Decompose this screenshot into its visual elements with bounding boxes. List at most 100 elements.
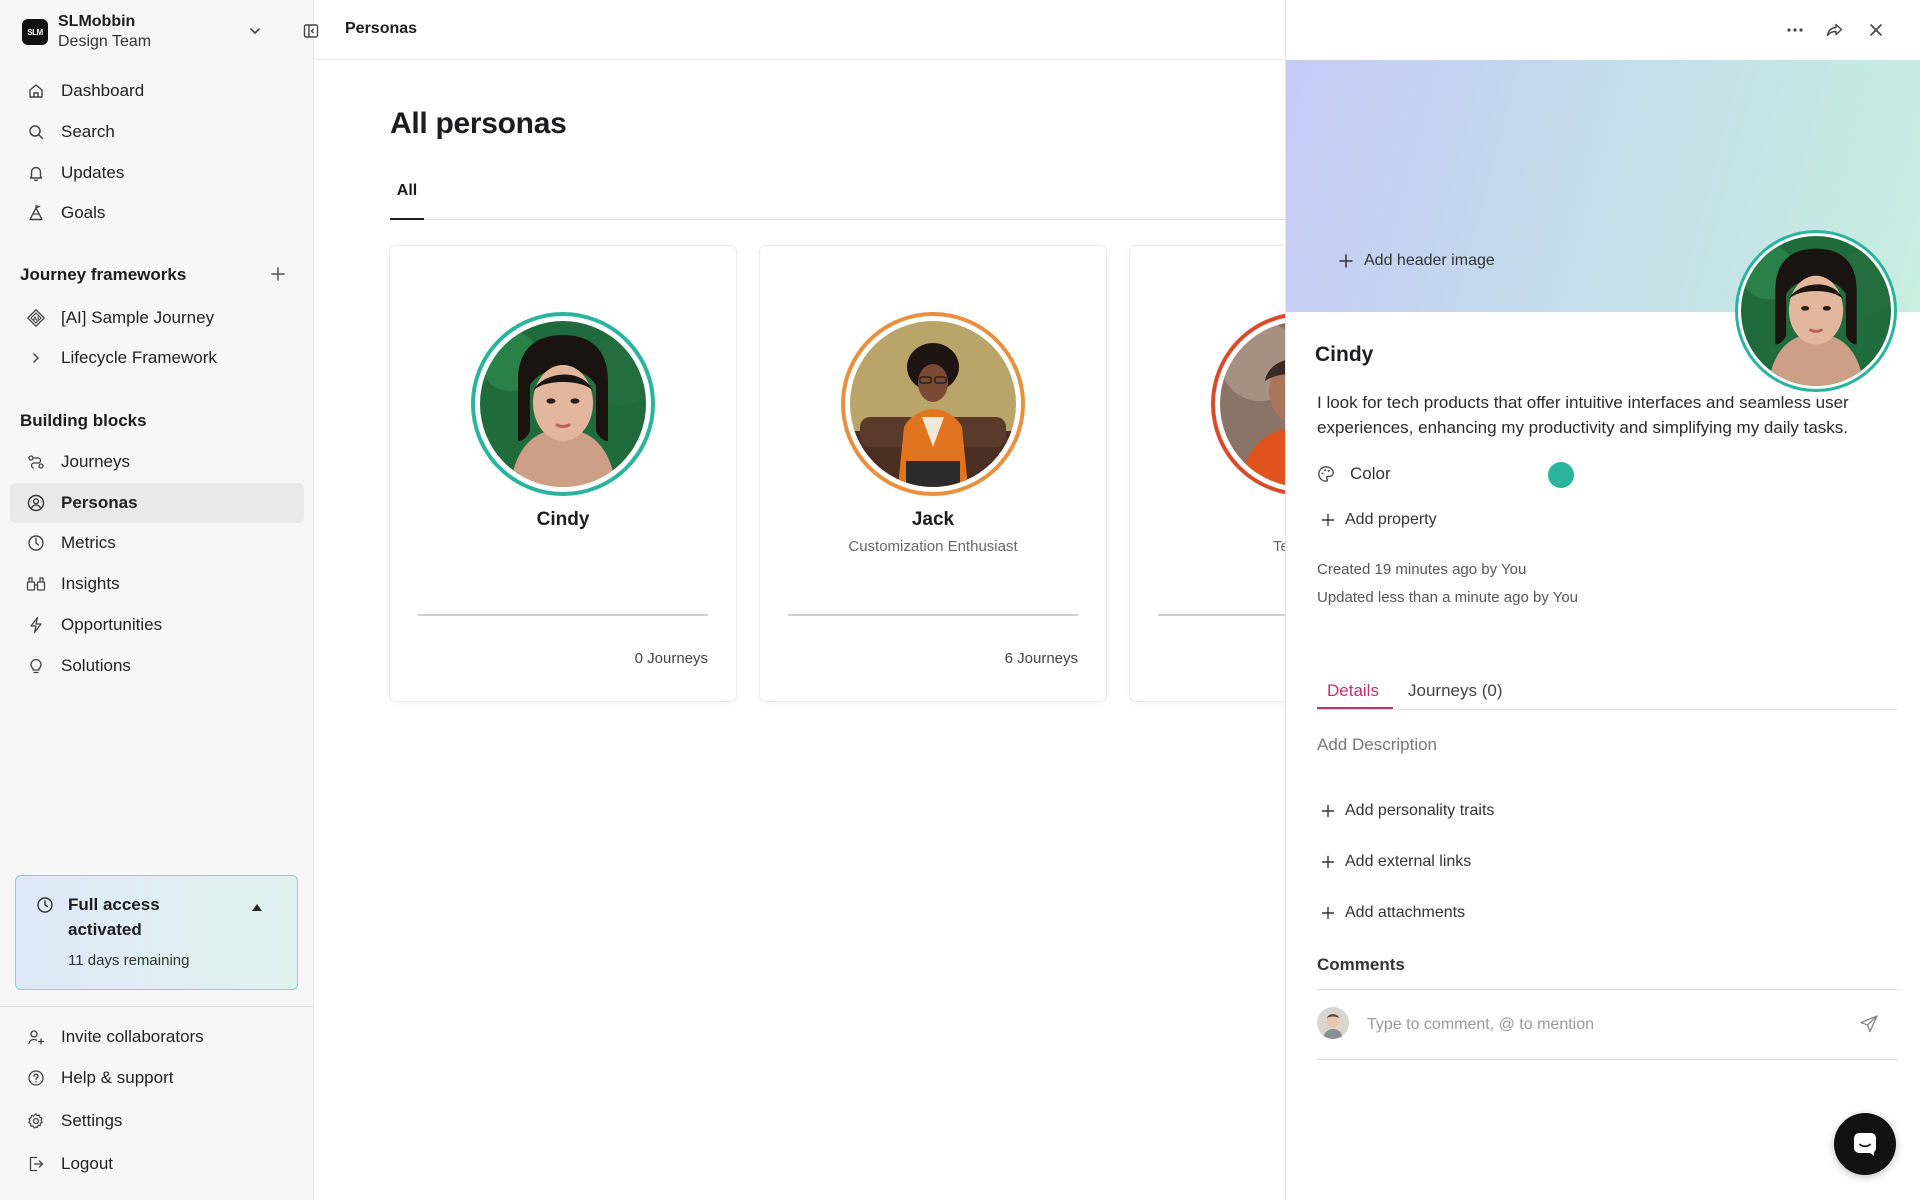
lightbulb-icon — [26, 656, 46, 676]
trial-title: Full access activated — [68, 895, 160, 939]
color-swatch[interactable] — [1548, 462, 1574, 488]
sidebar-item-label: [AI] Sample Journey — [61, 308, 215, 327]
trial-remaining: 11 days remaining — [68, 952, 190, 969]
comment-input[interactable] — [1367, 1012, 1837, 1038]
nav-invite-label: Invite collaborators — [61, 1027, 204, 1046]
add-header-image-button[interactable]: Add header image — [1338, 252, 1495, 270]
chat-icon — [1851, 1130, 1879, 1158]
workspace-team: Design Team — [58, 33, 152, 50]
color-label: Color — [1350, 464, 1391, 483]
breadcrumb: Personas — [345, 20, 418, 37]
search-icon — [26, 122, 46, 142]
avatar[interactable] — [1735, 230, 1897, 392]
tabs-divider — [390, 219, 1285, 220]
persona-journey-count: 0 Journeys — [634, 650, 708, 667]
nav-dashboard-label: Dashboard — [61, 81, 145, 100]
workspace-switcher[interactable]: SLM SLMobbin Design Team — [22, 10, 319, 54]
sidebar-item-metrics[interactable]: Metrics — [10, 523, 304, 563]
add-property-button[interactable]: Add property — [1321, 511, 1437, 529]
gear-icon — [26, 1111, 46, 1131]
sidebar-item-personas[interactable]: Personas — [10, 483, 304, 523]
persona-card-cindy[interactable]: Cindy 0 Journeys — [390, 246, 736, 701]
add-framework-plus-icon[interactable] — [266, 262, 290, 286]
tab-journeys[interactable]: Journeys (0) — [1408, 681, 1502, 701]
topbar: Personas — [315, 0, 1285, 60]
share-icon[interactable] — [1823, 18, 1847, 42]
chevron-down-icon[interactable] — [244, 20, 266, 42]
chevron-right-icon[interactable] — [26, 348, 46, 368]
building-blocks-heading: Building blocks — [20, 411, 147, 430]
sidebar-item-label: Solutions — [61, 656, 131, 675]
sidebar-item-opportunities[interactable]: Opportunities — [10, 605, 304, 645]
comment-composer — [1317, 990, 1897, 1060]
add-description-field[interactable]: Add Description — [1317, 735, 1437, 755]
trial-status-card[interactable]: Full access activated 11 days remaining — [15, 875, 298, 990]
nav-settings[interactable]: Settings — [10, 1101, 304, 1141]
add-attachments-label: Add attachments — [1345, 904, 1466, 921]
nav-settings-label: Settings — [61, 1111, 123, 1130]
nav-invite-collaborators[interactable]: Invite collaborators — [10, 1017, 304, 1057]
persona-progress-bar — [418, 614, 708, 616]
avatar — [850, 321, 1016, 487]
sidebar-item-journeys[interactable]: Journeys — [10, 442, 304, 482]
add-attachments-button[interactable]: Add attachments — [1321, 904, 1465, 922]
nav-search[interactable]: Search — [10, 112, 304, 152]
caret-up-icon[interactable] — [252, 904, 262, 911]
add-personality-traits-label: Add personality traits — [1345, 802, 1495, 819]
avatar — [1317, 1007, 1349, 1039]
add-external-links-button[interactable]: Add external links — [1321, 853, 1471, 871]
persona-icon — [26, 493, 46, 513]
add-header-image-label: Add header image — [1364, 252, 1495, 269]
journey-frameworks-heading: Journey frameworks — [20, 265, 187, 284]
persona-detail-panel: Add header image Cindy I look for tech p… — [1285, 0, 1920, 1200]
close-icon[interactable] — [1864, 18, 1888, 42]
persona-avatar-ring — [841, 312, 1025, 496]
bolt-icon — [26, 615, 46, 635]
avatar — [480, 321, 646, 487]
persona-role: Customization Enthusiast — [848, 538, 1018, 555]
nav-dashboard[interactable]: Dashboard — [10, 71, 304, 111]
updated-meta: Updated less than a minute ago by You — [1317, 589, 1579, 606]
persona-card-jack[interactable]: Jack Customization Enthusiast 6 Journeys — [760, 246, 1106, 701]
persona-bio[interactable]: I look for tech products that offer intu… — [1317, 390, 1897, 440]
add-personality-traits-button[interactable]: Add personality traits — [1321, 802, 1494, 820]
send-icon[interactable] — [1857, 1012, 1881, 1036]
plus-icon — [1321, 855, 1335, 869]
sidebar-item-lifecycle-framework[interactable]: Lifecycle Framework — [10, 338, 304, 378]
nav-search-label: Search — [61, 122, 115, 141]
nav-goals-label: Goals — [61, 203, 106, 222]
sidebar-item-insights[interactable]: Insights — [10, 564, 304, 604]
invite-user-icon — [26, 1027, 46, 1047]
tab-details[interactable]: Details — [1327, 681, 1379, 701]
plus-icon — [1321, 513, 1335, 527]
nav-help-support[interactable]: Help & support — [10, 1058, 304, 1098]
created-meta: Created 19 minutes ago by You — [1317, 561, 1527, 578]
tab-all[interactable]: All — [390, 182, 424, 200]
persona-photo — [1741, 236, 1891, 386]
more-options-icon[interactable] — [1783, 18, 1807, 42]
nav-logout-label: Logout — [61, 1154, 113, 1173]
svg-text:AI: AI — [33, 316, 39, 322]
nav-help-label: Help & support — [61, 1068, 174, 1087]
persona-detail-name[interactable]: Cindy — [1315, 343, 1373, 367]
persona-avatar-ring — [471, 312, 655, 496]
support-chat-button[interactable] — [1834, 1113, 1896, 1175]
tab-active-indicator — [1317, 707, 1393, 709]
sidebar-item-label: Metrics — [61, 533, 116, 552]
plus-icon — [1321, 906, 1335, 920]
tab-active-indicator — [390, 218, 424, 220]
persona-journey-count: 6 Journeys — [1004, 650, 1078, 667]
persona-name: Jack — [911, 509, 955, 530]
page-title: All personas — [390, 107, 567, 140]
comments-heading: Comments — [1317, 955, 1405, 974]
add-external-links-label: Add external links — [1345, 853, 1472, 870]
nav-updates-label: Updates — [61, 163, 125, 182]
help-icon — [26, 1068, 46, 1088]
nav-goals[interactable]: Goals — [10, 193, 304, 233]
sidebar-item-ai-sample-journey[interactable]: AI [AI] Sample Journey — [10, 298, 304, 338]
nav-logout[interactable]: Logout — [10, 1144, 304, 1184]
sidebar-item-label: Journeys — [61, 452, 130, 471]
sidebar-item-solutions[interactable]: Solutions — [10, 646, 304, 686]
logout-icon — [26, 1154, 46, 1174]
nav-updates[interactable]: Updates — [10, 153, 304, 193]
